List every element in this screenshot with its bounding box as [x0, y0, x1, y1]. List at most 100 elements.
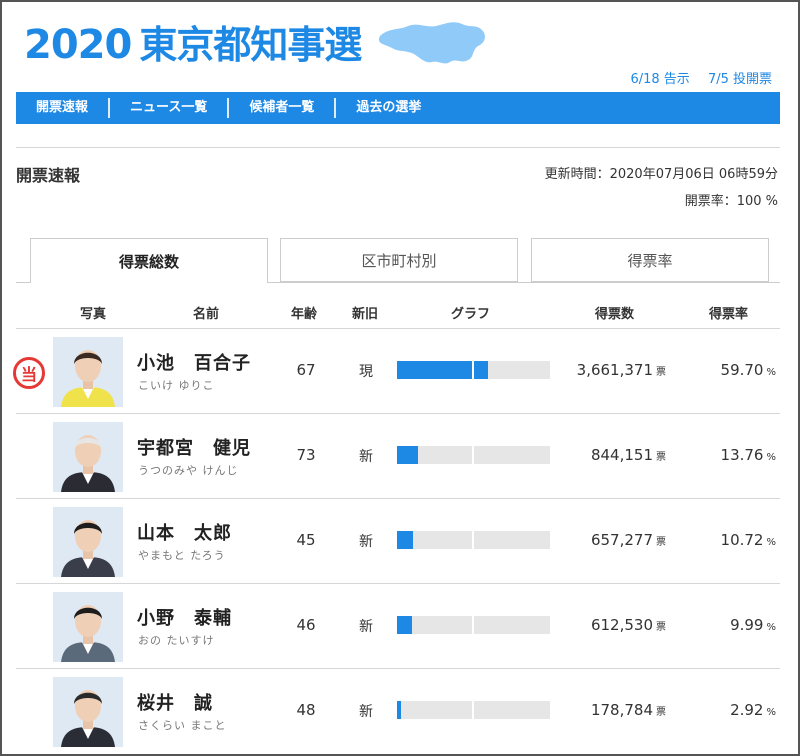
- rate-unit: %: [766, 707, 776, 718]
- portrait-icon: [53, 422, 123, 492]
- header-votes: 得票数: [595, 307, 635, 322]
- header-age: 年齢: [291, 307, 318, 322]
- header-status: 新旧: [352, 307, 379, 322]
- table-row: 小野 泰輔 おの たいすけ 46 新 612,530 票 9.99%: [16, 583, 780, 668]
- candidate-age: 48: [296, 701, 316, 719]
- tab-baseline: [16, 282, 30, 283]
- candidate-kana: こいけ ゆりこ: [138, 379, 215, 392]
- candidate-photo: [53, 592, 123, 662]
- vote-count-value: 178,784: [590, 701, 653, 719]
- vote-count-value: 612,530: [590, 616, 653, 634]
- elected-badge: 当: [13, 357, 45, 389]
- vote-rate-value: 59.70: [720, 361, 764, 379]
- vote-rate: 59.70%: [721, 361, 776, 379]
- candidate-status: 新: [359, 704, 373, 720]
- tab-vote-share[interactable]: 得票率: [531, 238, 769, 282]
- table-row: 山本 太郎 やまもと たろう 45 新 657,277 票 10.72%: [16, 498, 780, 583]
- vote-unit: 票: [656, 452, 666, 463]
- vote-count: 612,530 票: [591, 616, 666, 634]
- table-row: 小池 百合子 こいけ ゆりこ 67 現 3,661,371 票 59.70% 当: [13, 328, 780, 413]
- bar-gridline: [472, 531, 474, 549]
- candidate-age: 46: [296, 616, 316, 634]
- candidate-kana: さくらい まこと: [138, 719, 227, 732]
- bar-gridline: [472, 361, 474, 379]
- vote-rate: 9.99%: [730, 616, 776, 634]
- rate-unit: %: [766, 367, 776, 378]
- portrait-icon: [53, 507, 123, 577]
- vote-unit: 票: [656, 367, 666, 378]
- candidate-photo: [53, 507, 123, 577]
- vote-count: 3,661,371 票: [577, 361, 666, 379]
- tab-total-votes[interactable]: 得票総数: [30, 238, 268, 283]
- vote-rate-value: 2.92: [730, 701, 764, 719]
- vote-bar-fill: [397, 446, 418, 464]
- vote-rate-value: 13.76: [720, 446, 764, 464]
- vote-unit: 票: [656, 707, 666, 718]
- nav-item-candidates[interactable]: 候補者一覧: [229, 98, 337, 118]
- vote-bar: [397, 616, 550, 634]
- vote-unit: 票: [656, 537, 666, 548]
- table-row: 桜井 誠 さくらい まこと 48 新 178,784 票 2.92%: [16, 668, 780, 753]
- candidate-kana: おの たいすけ: [138, 634, 215, 647]
- vote-rate-value: 10.72: [720, 531, 764, 549]
- vote-bar: [397, 361, 550, 379]
- open-rate: 開票率：100 %: [684, 194, 778, 209]
- title-text: 東京都知事選: [139, 23, 362, 67]
- vote-rate: 2.92%: [730, 701, 776, 719]
- vote-count: 657,277 票: [591, 531, 666, 549]
- vote-rate: 13.76%: [721, 446, 776, 464]
- candidate-age: 67: [296, 361, 316, 379]
- candidate-kana: やまもと たろう: [138, 549, 226, 562]
- vote-rate-value: 9.99: [730, 616, 764, 634]
- bar-gridline: [472, 701, 474, 719]
- candidate-age: 73: [296, 446, 316, 464]
- candidate-name: 小野 泰輔: [137, 608, 232, 629]
- vote-count: 844,151 票: [591, 446, 666, 464]
- portrait-icon: [53, 337, 123, 407]
- update-time: 更新時間：2020年07月06日 06時59分: [544, 167, 778, 182]
- divider: [16, 147, 780, 148]
- nav-item-past-elections[interactable]: 過去の選挙: [336, 98, 441, 118]
- vote-bar-fill: [397, 616, 412, 634]
- vote-unit: 票: [656, 622, 666, 633]
- bar-gridline: [472, 616, 474, 634]
- candidate-status: 現: [359, 364, 373, 380]
- tab-baseline: [268, 282, 780, 283]
- tokyo-map-icon: [378, 22, 485, 64]
- candidate-name: 小池 百合子: [137, 353, 251, 374]
- tab-by-municipality[interactable]: 区市町村別: [280, 238, 518, 282]
- vote-bar: [397, 446, 550, 464]
- header-photo: 写真: [80, 307, 107, 322]
- candidate-age: 45: [296, 531, 316, 549]
- vote-bar: [397, 531, 550, 549]
- section-title: 開票速報: [16, 166, 81, 185]
- rate-unit: %: [766, 537, 776, 548]
- vote-bar-fill: [397, 531, 413, 549]
- date-announce: 6/18 告示: [630, 72, 690, 87]
- bar-gridline: [472, 446, 474, 464]
- header-rate: 得票率: [709, 307, 749, 322]
- portrait-icon: [53, 677, 123, 747]
- nav-item-news[interactable]: ニュース一覧: [110, 98, 230, 118]
- main-nav: 開票速報 ニュース一覧 候補者一覧 過去の選挙: [16, 92, 780, 124]
- candidate-status: 新: [359, 619, 373, 635]
- vote-count-value: 844,151: [590, 446, 653, 464]
- table-row: 宇都宮 健児 うつのみや けんじ 73 新 844,151 票 13.76%: [16, 413, 780, 498]
- candidate-photo: [53, 337, 123, 407]
- nav-item-results[interactable]: 開票速報: [16, 98, 111, 118]
- candidate-status: 新: [359, 449, 373, 465]
- election-dates: 6/18 告示 7/5 投開票: [616, 68, 772, 87]
- candidate-status: 新: [359, 534, 373, 550]
- candidate-photo: [53, 422, 123, 492]
- candidate-kana: うつのみや けんじ: [138, 464, 239, 477]
- page-title: 2020 東京都知事選: [24, 14, 362, 69]
- title-year: 2020: [24, 22, 132, 68]
- vote-bar: [397, 701, 550, 719]
- rate-unit: %: [766, 452, 776, 463]
- candidate-name: 桜井 誠: [137, 693, 213, 714]
- candidate-name: 山本 太郎: [137, 523, 232, 544]
- candidate-name: 宇都宮 健児: [137, 438, 251, 459]
- vote-bar-fill: [397, 361, 488, 379]
- candidate-photo: [53, 677, 123, 747]
- vote-count-value: 657,277: [590, 531, 653, 549]
